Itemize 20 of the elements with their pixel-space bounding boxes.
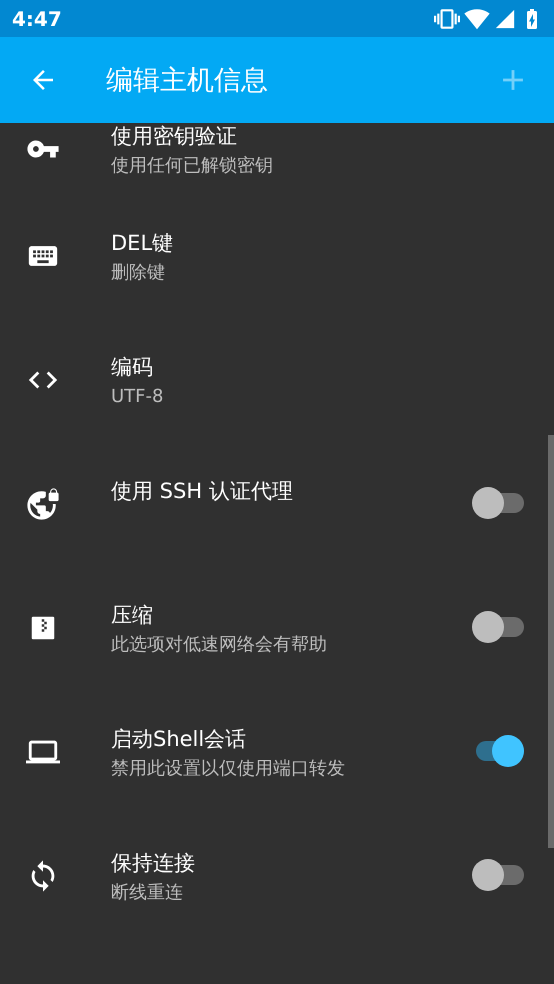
setting-subtitle: 删除键 [111,261,166,285]
setting-title[interactable]: 压缩 [111,602,472,628]
setting-subtitle: 使用任何已解锁密钥 [111,154,274,178]
page-title: 编辑主机信息 [106,64,269,98]
setting-title[interactable]: 启动Shell会话 [111,726,472,752]
status-time: 4:47 [12,6,63,30]
setting-title[interactable]: DEL键 [111,230,524,256]
setting-subtitle: UTF-8 [111,385,164,409]
globe-lock-icon [26,487,60,521]
setting-title[interactable]: 使用密钥验证 [111,123,524,149]
setting-title[interactable]: 保持连接 [111,850,472,876]
signal-icon [494,8,516,30]
toggle-switch[interactable] [472,858,524,892]
setting-title[interactable]: 使用 SSH 认证代理 [111,478,472,504]
setting-title[interactable]: 编码 [111,354,524,380]
toggle-switch[interactable] [472,486,524,520]
setting-subtitle: 此选项对低速网络会有帮助 [111,633,328,657]
toggle-switch[interactable] [472,610,524,644]
setting-subtitle: 断线重连 [111,881,184,905]
setting-subtitle: 禁用此设置以仅使用端口转发 [111,757,346,781]
